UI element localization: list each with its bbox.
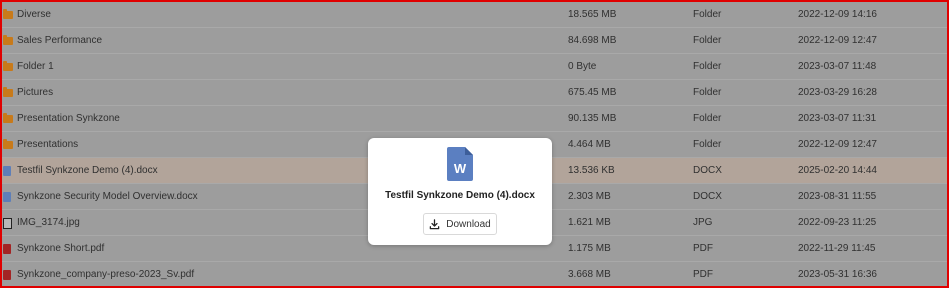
file-row[interactable]: Pictures 675.45 MB Folder 2023-03-29 16:28 — [2, 80, 947, 106]
folder-icon — [3, 9, 13, 20]
file-size: 90.135 MB — [568, 113, 617, 124]
image-file-icon — [3, 218, 13, 229]
file-name[interactable]: Synkzone Short.pdf — [17, 243, 104, 254]
file-name[interactable]: Pictures — [17, 87, 53, 98]
file-name[interactable]: Presentations — [17, 139, 78, 150]
file-size: 1.175 MB — [568, 243, 611, 254]
file-type: PDF — [693, 269, 713, 280]
file-row[interactable]: Presentation Synkzone 90.135 MB Folder 2023… — [2, 106, 947, 132]
file-name[interactable]: IMG_3174.jpg — [17, 217, 80, 228]
file-size: 4.464 MB — [568, 139, 611, 150]
download-button[interactable]: Download — [423, 213, 497, 235]
file-type: Folder — [693, 139, 722, 150]
folder-icon — [3, 61, 13, 72]
file-preview-popup: W Testfil Synkzone Demo (4).docx Downloa… — [368, 138, 552, 245]
file-modified-date: 2023-05-31 16:36 — [798, 269, 877, 280]
file-type: Folder — [693, 87, 722, 98]
file-size: 2.303 MB — [568, 191, 611, 202]
file-type: Folder — [693, 35, 722, 46]
file-row[interactable]: Synkzone_company-preso-2023_Sv.pdf 3.668 … — [2, 262, 947, 288]
file-type: Folder — [693, 9, 722, 20]
download-icon — [429, 218, 440, 229]
file-type: JPG — [693, 217, 713, 228]
folder-icon — [3, 139, 13, 150]
file-name[interactable]: Presentation Synkzone — [17, 113, 120, 124]
file-size: 13.536 KB — [568, 165, 615, 176]
file-size: 1.621 MB — [568, 217, 611, 228]
download-label: Download — [446, 218, 491, 230]
file-modified-date: 2023-03-29 16:28 — [798, 87, 877, 98]
file-type: Folder — [693, 113, 722, 124]
file-size: 18.565 MB — [568, 9, 617, 20]
file-modified-date: 2023-08-31 11:55 — [798, 191, 877, 202]
file-modified-date: 2022-12-09 12:47 — [798, 139, 877, 150]
file-size: 84.698 MB — [568, 35, 617, 46]
file-row[interactable]: Sales Performance 84.698 MB Folder 2022-12-… — [2, 28, 947, 54]
svg-text:W: W — [454, 161, 467, 176]
file-name[interactable]: Folder 1 — [17, 61, 54, 72]
file-type: PDF — [693, 243, 713, 254]
folder-icon — [3, 87, 13, 98]
folder-icon — [3, 35, 13, 46]
word-doc-icon — [3, 192, 13, 202]
word-doc-icon: W — [447, 147, 473, 181]
file-modified-date: 2023-03-07 11:31 — [798, 113, 877, 124]
file-modified-date: 2022-12-09 12:47 — [798, 35, 877, 46]
pdf-icon — [3, 244, 13, 254]
file-modified-date: 2025-02-20 14:44 — [798, 165, 877, 176]
file-modified-date: 2022-11-29 11:45 — [798, 243, 876, 254]
file-size: 3.668 MB — [568, 269, 611, 280]
file-size: 675.45 MB — [568, 87, 617, 98]
file-modified-date: 2023-03-07 11:48 — [798, 61, 877, 72]
file-name[interactable]: Diverse — [17, 9, 51, 20]
folder-icon — [3, 113, 13, 124]
word-doc-icon — [3, 166, 13, 176]
file-size: 0 Byte — [568, 61, 597, 72]
file-name[interactable]: Synkzone_company-preso-2023_Sv.pdf — [17, 269, 194, 280]
file-modified-date: 2022-12-09 14:16 — [798, 9, 877, 20]
file-name[interactable]: Synkzone Security Model Overview.docx — [17, 191, 198, 202]
file-modified-date: 2022-09-23 11:25 — [798, 217, 877, 228]
file-row[interactable]: Diverse 18.565 MB Folder 2022-12-09 14:16 — [2, 2, 947, 28]
file-type: DOCX — [693, 191, 722, 202]
pdf-icon — [3, 270, 13, 280]
file-type: DOCX — [693, 165, 722, 176]
file-row[interactable]: Folder 1 0 Byte Folder 2023-03-07 11:48 — [2, 54, 947, 80]
file-type: Folder — [693, 61, 722, 72]
file-name[interactable]: Sales Performance — [17, 35, 102, 46]
file-name[interactable]: Testfil Synkzone Demo (4).docx — [17, 165, 158, 176]
popup-filename: Testfil Synkzone Demo (4).docx — [385, 190, 535, 201]
